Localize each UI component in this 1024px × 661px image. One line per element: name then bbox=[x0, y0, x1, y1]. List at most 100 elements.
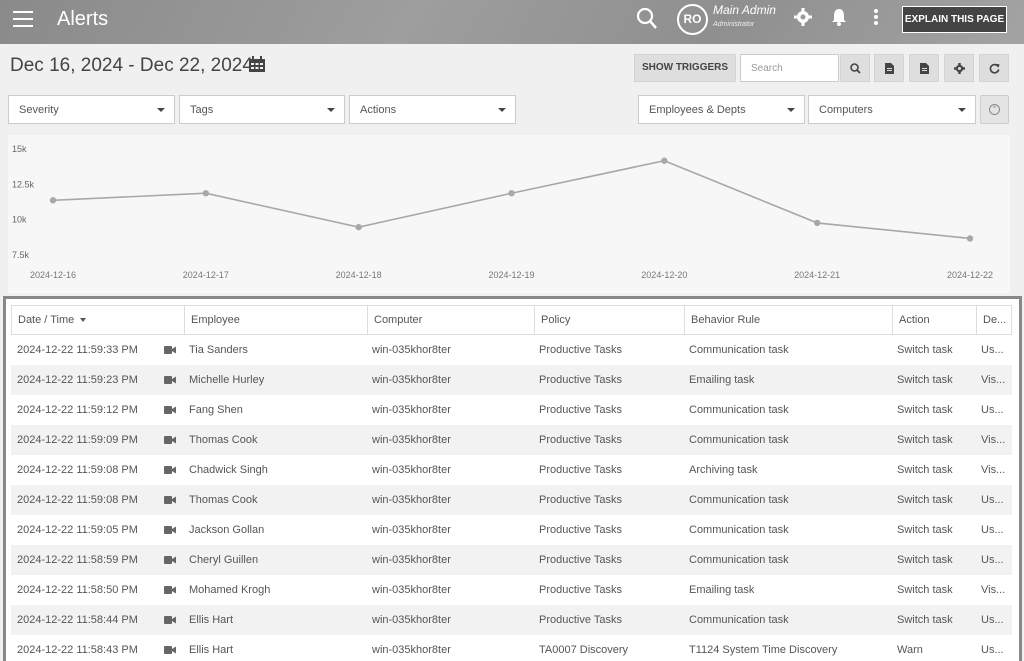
video-camera-icon[interactable] bbox=[164, 346, 176, 354]
chevron-down-icon bbox=[157, 108, 165, 112]
data-point[interactable] bbox=[355, 223, 362, 231]
table-cell: TA0007 Discovery bbox=[539, 644, 629, 656]
y-tick-label: 12.5k bbox=[12, 179, 35, 189]
video-camera-icon[interactable] bbox=[164, 646, 176, 654]
severity-label: Severity bbox=[19, 104, 59, 116]
video-camera-icon[interactable] bbox=[164, 436, 176, 444]
column-header-label: Computer bbox=[374, 314, 423, 326]
gear-icon[interactable] bbox=[794, 8, 812, 26]
table-cell: Cheryl Guillen bbox=[189, 554, 259, 566]
table-row[interactable]: 2024-12-22 11:58:59 PM Cheryl Guillen win-… bbox=[11, 545, 1012, 575]
table-cell: Productive Tasks bbox=[539, 554, 622, 566]
table-cell: win-035khor8ter bbox=[372, 554, 451, 566]
video-camera-icon[interactable] bbox=[164, 376, 176, 384]
table-cell: 2024-12-22 11:59:33 PM bbox=[17, 344, 138, 356]
video-camera-icon[interactable] bbox=[164, 616, 176, 624]
video-camera-icon[interactable] bbox=[164, 496, 176, 504]
alerts-chart: 15k 12.5k 10k 7.5k 2024-12-16 2024-12-17 2024-… bbox=[8, 135, 1010, 293]
show-triggers-button[interactable]: SHOW TRIGGERS bbox=[634, 54, 736, 82]
table-cell: Us... bbox=[981, 494, 1004, 506]
table-cell: Mohamed Krogh bbox=[189, 584, 271, 596]
column-header[interactable]: Date / Time bbox=[12, 306, 184, 335]
video-camera-icon[interactable] bbox=[164, 406, 176, 414]
table-cell: Productive Tasks bbox=[539, 344, 622, 356]
search-input[interactable]: Search bbox=[740, 54, 839, 82]
table-cell: Ellis Hart bbox=[189, 644, 234, 656]
table-header: Date / Time Employee Computer Policy Behavio… bbox=[11, 305, 1012, 335]
data-point[interactable] bbox=[966, 235, 974, 242]
table-row[interactable]: 2024-12-22 11:59:09 PM Thomas Cook win-035… bbox=[11, 425, 1012, 455]
column-header[interactable]: Action bbox=[892, 306, 976, 335]
table-row[interactable]: 2024-12-22 11:59:08 PM Thomas Cook win-035… bbox=[11, 485, 1012, 515]
video-camera-icon[interactable] bbox=[164, 526, 176, 534]
sort-desc-icon[interactable] bbox=[80, 318, 87, 323]
column-header[interactable]: Policy bbox=[534, 306, 684, 335]
calendar-icon[interactable] bbox=[248, 56, 266, 73]
column-header[interactable]: Employee bbox=[184, 306, 367, 335]
x-tick-label: 2024-12-18 bbox=[336, 270, 382, 280]
severity-dropdown[interactable]: Severity bbox=[8, 95, 175, 124]
table-cell: Switch task bbox=[897, 614, 953, 626]
y-tick-label: 15k bbox=[12, 144, 27, 154]
more-vertical-icon[interactable] bbox=[873, 8, 879, 26]
avatar[interactable]: RO bbox=[677, 4, 708, 35]
table-cell: 2024-12-22 11:59:08 PM bbox=[17, 464, 138, 476]
table-row[interactable]: 2024-12-22 11:59:08 PM Chadwick Singh win-… bbox=[11, 455, 1012, 485]
table-cell: win-035khor8ter bbox=[372, 524, 451, 536]
y-tick-label: 10k bbox=[12, 215, 27, 225]
column-header[interactable]: Computer bbox=[367, 306, 534, 335]
data-point[interactable] bbox=[661, 157, 668, 164]
video-camera-icon[interactable] bbox=[164, 466, 176, 474]
column-header-label: Action bbox=[899, 314, 930, 326]
video-camera-icon[interactable] bbox=[164, 586, 176, 594]
table-row[interactable]: 2024-12-22 11:58:44 PM Ellis Hart win-035k… bbox=[11, 605, 1012, 635]
table-row[interactable]: 2024-12-22 11:59:33 PM Tia Sanders win-035… bbox=[11, 335, 1012, 365]
search-icon bbox=[849, 63, 861, 74]
user-name[interactable]: Main Admin bbox=[713, 3, 776, 17]
bell-icon[interactable] bbox=[831, 8, 847, 26]
table-row[interactable]: 2024-12-22 11:58:50 PM Mohamed Krogh win-0… bbox=[11, 575, 1012, 605]
table-row[interactable]: 2024-12-22 11:59:23 PM Michelle Hurley win… bbox=[11, 365, 1012, 395]
column-header[interactable]: Behavior Rule bbox=[684, 306, 892, 335]
tags-dropdown[interactable]: Tags bbox=[179, 95, 345, 124]
explain-page-button[interactable]: EXPLAIN THIS PAGE bbox=[902, 6, 1007, 33]
table-cell: Switch task bbox=[897, 344, 953, 356]
settings-button[interactable] bbox=[944, 54, 974, 82]
table-cell: 2024-12-22 11:58:50 PM bbox=[17, 584, 138, 596]
data-point[interactable] bbox=[49, 197, 57, 204]
table-row[interactable]: 2024-12-22 11:58:43 PM Ellis Hart win-035k… bbox=[11, 635, 1012, 661]
actions-dropdown[interactable]: Actions bbox=[349, 95, 516, 124]
table-cell: Vis... bbox=[981, 374, 1006, 386]
table-row[interactable]: 2024-12-22 11:59:12 PM Fang Shen win-035kh… bbox=[11, 395, 1012, 425]
menu-icon[interactable] bbox=[13, 11, 33, 27]
computers-dropdown[interactable]: Computers bbox=[808, 95, 976, 124]
table-cell: Productive Tasks bbox=[539, 524, 622, 536]
video-camera-icon[interactable] bbox=[164, 556, 176, 564]
chevron-up-icon: ⌃ bbox=[989, 104, 1000, 115]
employees-dropdown[interactable]: Employees & Depts bbox=[638, 95, 805, 124]
column-header[interactable]: De... bbox=[976, 306, 1013, 335]
search-icon[interactable] bbox=[636, 7, 658, 31]
table-row[interactable]: 2024-12-22 11:59:05 PM Jackson Gollan win-… bbox=[11, 515, 1012, 545]
refresh-button[interactable] bbox=[979, 54, 1009, 82]
table-cell: Communication task bbox=[689, 344, 789, 356]
table-cell: Productive Tasks bbox=[539, 614, 622, 626]
table-cell: 2024-12-22 11:58:44 PM bbox=[17, 614, 138, 626]
data-point[interactable] bbox=[202, 190, 210, 197]
date-range-label[interactable]: Dec 16, 2024 - Dec 22, 2024 bbox=[10, 55, 253, 77]
data-point[interactable] bbox=[508, 190, 515, 197]
data-point[interactable] bbox=[813, 219, 821, 227]
export-csv-button[interactable] bbox=[874, 54, 904, 82]
table-cell: Productive Tasks bbox=[539, 434, 622, 446]
table-cell: Switch task bbox=[897, 524, 953, 536]
collapse-filters-button[interactable]: ⌃ bbox=[980, 95, 1009, 124]
column-header-label: Employee bbox=[191, 314, 240, 326]
table-cell: Communication task bbox=[689, 614, 789, 626]
search-button[interactable] bbox=[840, 54, 870, 82]
line-chart: 15k 12.5k 10k 7.5k2024-12-16 2024-12-17 2024-… bbox=[12, 144, 993, 280]
refresh-icon bbox=[989, 63, 1000, 74]
table-cell: Jackson Gollan bbox=[189, 524, 265, 536]
column-header-label: Date / Time bbox=[18, 314, 75, 326]
export-pdf-button[interactable] bbox=[909, 54, 939, 82]
table-cell: win-035khor8ter bbox=[372, 584, 451, 596]
